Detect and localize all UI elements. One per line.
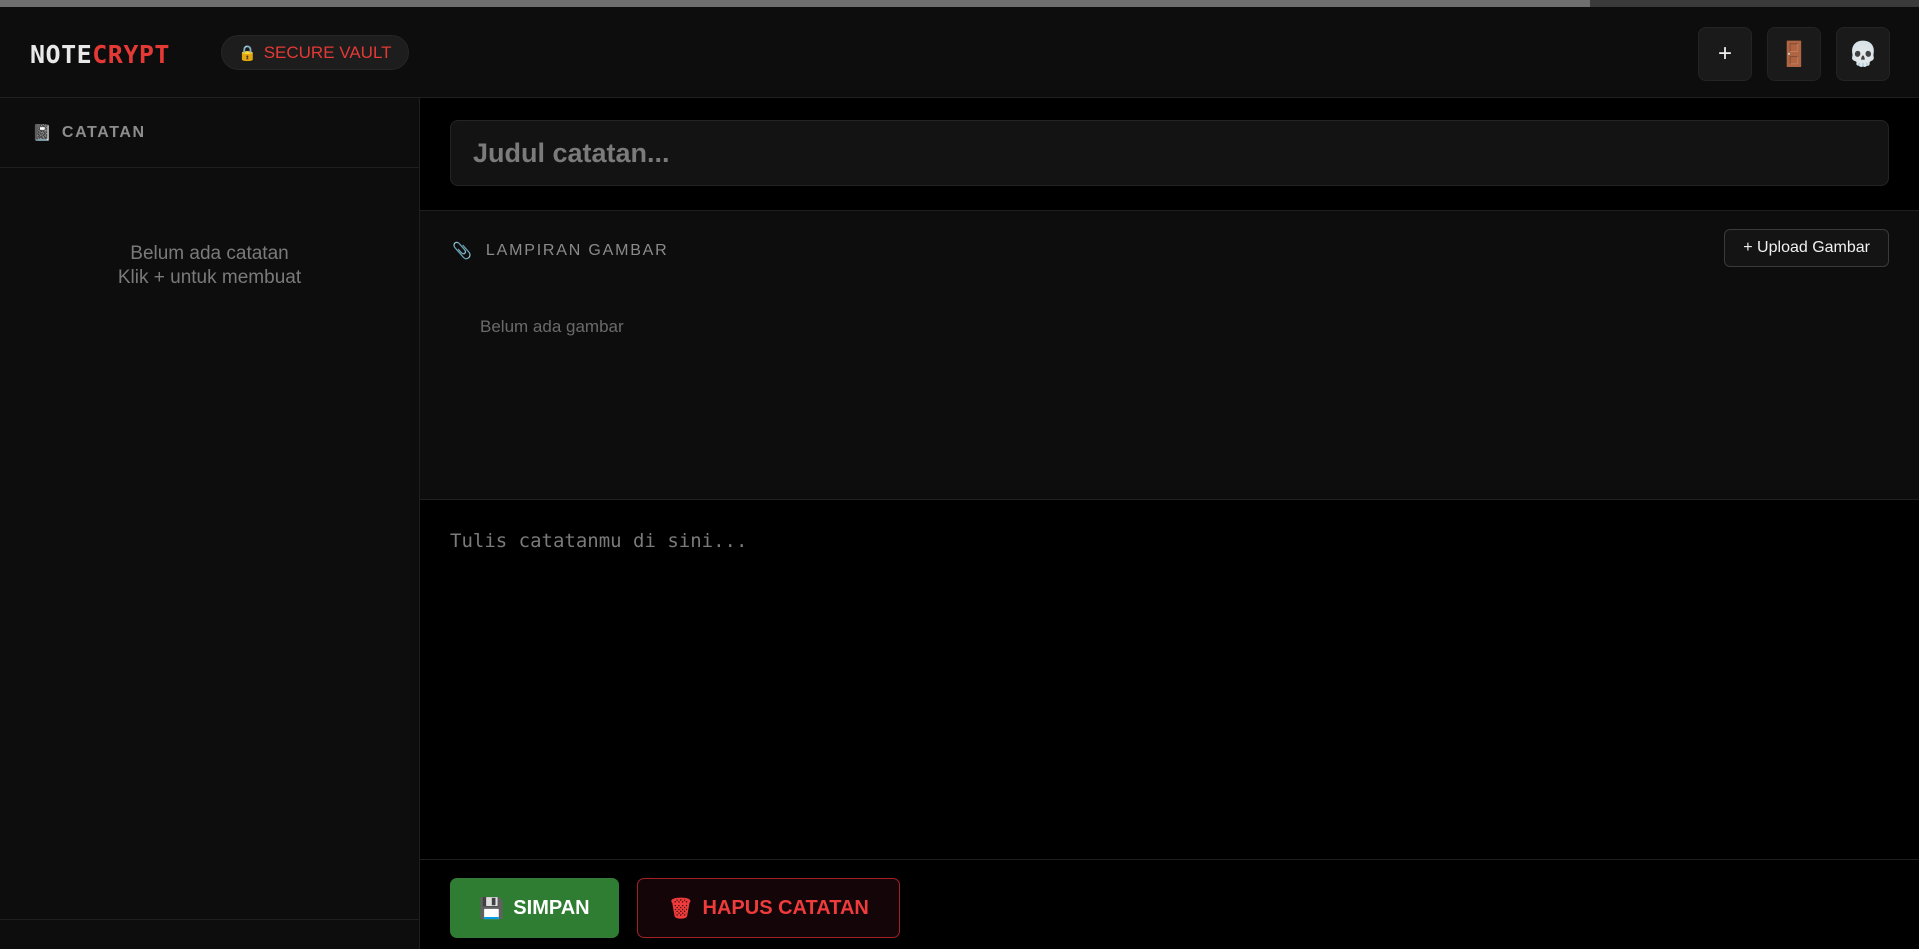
attachments-header: 📎 LAMPIRAN GAMBAR bbox=[452, 241, 669, 261]
top-scroll-bar bbox=[0, 0, 1919, 7]
delete-note-button[interactable]: 🗑 HAPUS CATATAN bbox=[637, 878, 900, 938]
notes-sidebar: 📓 CATATAN Belum ada catatan Klik + untuk… bbox=[0, 98, 420, 949]
attachments-title: LAMPIRAN GAMBAR bbox=[485, 242, 669, 259]
trash-icon: 🗑 bbox=[668, 897, 694, 920]
app-header: NOTECRYPT 🔒 SECURE VAULT + 🚪 💀 bbox=[0, 7, 1919, 98]
logo-note: NOTE bbox=[30, 40, 93, 69]
sidebar-header: 📓 CATATAN bbox=[0, 98, 419, 168]
empty-line-2: Klik + untuk membuat bbox=[117, 267, 302, 288]
sidebar-title: CATATAN bbox=[61, 123, 146, 141]
notebook-icon: 📓 bbox=[32, 124, 52, 142]
badge-label: SECURE VAULT bbox=[263, 42, 392, 62]
no-images-message: Belum ada gambar bbox=[480, 317, 624, 336]
logout-button[interactable]: 🚪 bbox=[1767, 27, 1821, 81]
lock-icon: 🔒 bbox=[238, 44, 257, 62]
note-body-textarea[interactable] bbox=[420, 500, 1919, 858]
sidebar-footer bbox=[0, 919, 419, 949]
save-label: SIMPAN bbox=[513, 896, 590, 919]
secure-vault-badge: 🔒 SECURE VAULT bbox=[221, 35, 409, 70]
title-section bbox=[420, 98, 1919, 211]
app-logo: NOTECRYPT bbox=[30, 40, 170, 69]
new-note-button[interactable]: + bbox=[1698, 27, 1752, 81]
plus-icon: + bbox=[1717, 40, 1732, 67]
note-title-input[interactable] bbox=[450, 120, 1889, 186]
paperclip-icon: 📎 bbox=[452, 243, 472, 260]
delete-label: HAPUS CATATAN bbox=[702, 896, 869, 919]
editor-panel: 📎 LAMPIRAN GAMBAR + Upload Gambar Belum … bbox=[420, 98, 1919, 949]
save-button[interactable]: 💾 SIMPAN bbox=[450, 878, 619, 938]
attachments-section: 📎 LAMPIRAN GAMBAR + Upload Gambar Belum … bbox=[420, 211, 1919, 500]
empty-line-1: Belum ada catatan bbox=[130, 243, 289, 264]
upload-image-button[interactable]: + Upload Gambar bbox=[1724, 229, 1889, 267]
action-bar: 💾 SIMPAN 🗑 HAPUS CATATAN bbox=[420, 859, 1919, 949]
door-icon: 🚪 bbox=[1779, 40, 1809, 68]
top-scroll-thumb bbox=[0, 0, 1590, 7]
logo-crypt: CRYPT bbox=[92, 40, 170, 69]
skull-icon: 💀 bbox=[1848, 40, 1878, 68]
floppy-icon: 💾 bbox=[479, 897, 505, 920]
panic-button[interactable]: 💀 bbox=[1836, 27, 1890, 81]
empty-notes-message: Belum ada catatan Klik + untuk membuat bbox=[0, 242, 419, 290]
